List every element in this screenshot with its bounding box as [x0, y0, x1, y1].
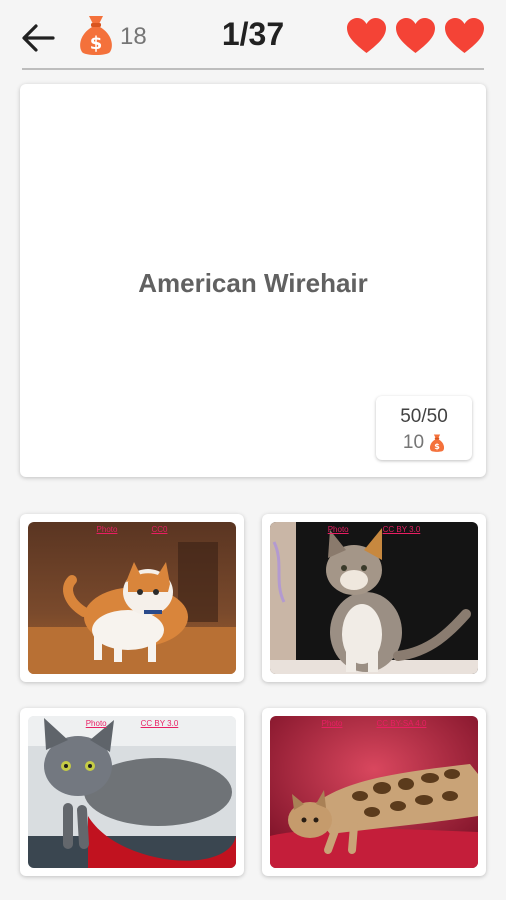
header-divider	[22, 68, 484, 70]
breed-name: American Wirehair	[138, 268, 368, 298]
cat-photo: Photo CC BY 3.0	[270, 522, 478, 674]
reward: 10 $	[376, 432, 472, 454]
coin-counter: $ 18	[78, 12, 147, 58]
heart-icon	[347, 18, 386, 53]
money-bag-icon: $	[430, 434, 445, 452]
license-link[interactable]: CC0	[151, 525, 167, 534]
photo-credit-link[interactable]: Photo	[322, 719, 343, 728]
cat-photo: Photo CC BY-SA 4.0	[270, 716, 478, 868]
question-progress: 1/37	[221, 16, 285, 52]
cat-photo: Photo CC0	[28, 522, 236, 674]
license-link[interactable]: CC BY 3.0	[383, 525, 421, 534]
reward-value: 10	[402, 432, 425, 453]
lives	[345, 16, 486, 56]
money-bag-icon: $	[80, 16, 112, 55]
arrow-left-icon	[22, 24, 55, 52]
question-card: American Wirehair 50/50 10 $	[20, 84, 486, 477]
back-button[interactable]	[20, 20, 56, 56]
answer-option-3[interactable]: Photo CC BY 3.0	[20, 708, 244, 876]
cat-photo: Photo CC BY 3.0	[28, 716, 236, 868]
license-link[interactable]: CC BY 3.0	[141, 719, 179, 728]
photo-credit-link[interactable]: Photo	[97, 525, 118, 534]
score-value: 50/50	[400, 406, 448, 427]
photo-attribution: Photo CC0	[28, 525, 236, 534]
coin-count: 18	[120, 23, 147, 50]
svg-text:$: $	[434, 442, 440, 451]
photo-attribution: Photo CC BY-SA 4.0	[270, 719, 478, 728]
photo-attribution: Photo CC BY 3.0	[28, 719, 236, 728]
answer-option-1[interactable]: Photo CC0	[20, 514, 244, 682]
score-box: 50/50 10 $	[376, 396, 472, 460]
license-link[interactable]: CC BY-SA 4.0	[376, 719, 426, 728]
heart-icon	[396, 18, 435, 53]
heart-icon	[445, 18, 484, 53]
photo-credit-link[interactable]: Photo	[328, 525, 349, 534]
svg-text:$: $	[90, 33, 103, 54]
answer-option-4[interactable]: Photo CC BY-SA 4.0	[262, 708, 486, 876]
photo-attribution: Photo CC BY 3.0	[270, 525, 478, 534]
photo-credit-link[interactable]: Photo	[86, 719, 107, 728]
answer-option-2[interactable]: Photo CC BY 3.0	[262, 514, 486, 682]
top-bar: $ 18 1/37	[0, 0, 506, 70]
